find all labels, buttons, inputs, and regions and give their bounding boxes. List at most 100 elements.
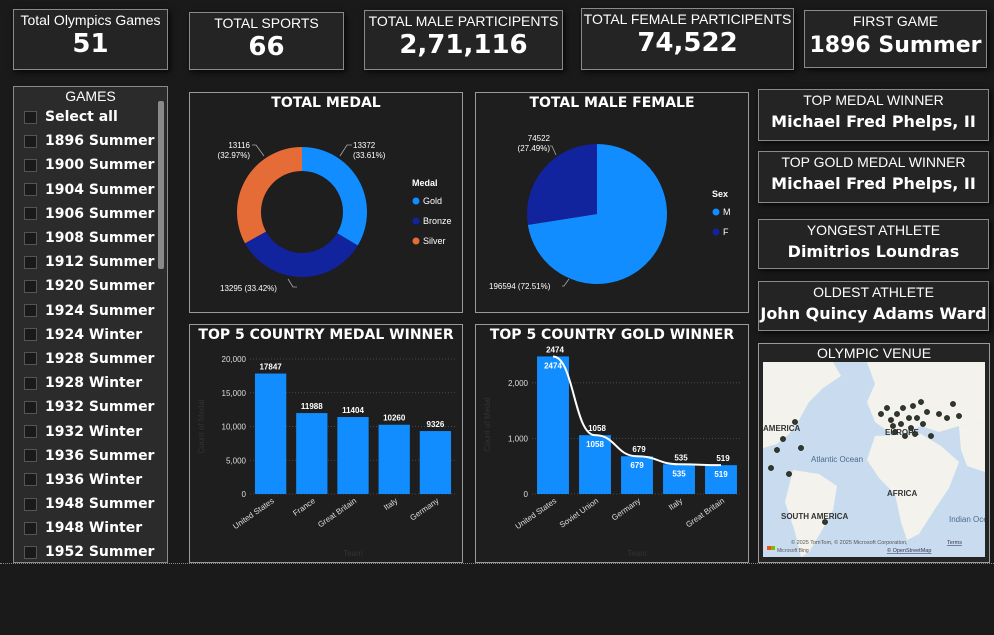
- leader-line: [287, 278, 297, 288]
- checkbox-icon[interactable]: [24, 352, 37, 366]
- checkbox-icon[interactable]: [24, 328, 37, 342]
- kpi-total-sports-label: TOTAL SPORTS: [214, 15, 319, 31]
- slicer-item[interactable]: 1932 Summer: [24, 395, 154, 419]
- slicer-item-label: 1952 Summer: [45, 544, 155, 561]
- pie-data-label: 196594 (72.51%): [489, 282, 551, 291]
- x-tick-label: Italy: [382, 496, 399, 512]
- slicer-item[interactable]: 1900 Summer: [24, 153, 154, 177]
- legend-marker-icon: [412, 197, 420, 205]
- map-terms-link[interactable]: Terms: [947, 540, 962, 546]
- x-tick-label: Germany: [408, 496, 440, 522]
- legend-title: Sex: [712, 189, 728, 199]
- bar: [378, 424, 410, 494]
- legend-title: Medal: [412, 178, 438, 188]
- male-female-chart: 196594 (72.51%) 74522(27.49%) Sex MF: [489, 134, 731, 291]
- slicer-item[interactable]: 1920 Summer: [24, 274, 154, 298]
- pie-data-label: 13116: [228, 141, 250, 150]
- kpi-first-game-value: 1896 Summer: [809, 33, 982, 58]
- slicer-item[interactable]: 1952 Summer: [24, 540, 154, 564]
- slicer-item[interactable]: 1912 Summer: [24, 250, 154, 274]
- europe-landmass: [867, 362, 985, 434]
- slicer-item[interactable]: 1908 Summer: [24, 226, 154, 250]
- venue-marker-icon: [924, 409, 930, 415]
- slicer-item[interactable]: 1948 Summer: [24, 492, 154, 516]
- bar-data-label: 1058: [586, 440, 604, 449]
- venue-marker-icon: [792, 419, 798, 425]
- checkbox-icon[interactable]: [24, 497, 37, 511]
- x-tick-label: Germany: [610, 496, 642, 522]
- pie-slice-silver: [237, 147, 302, 244]
- slicer-item-label: 1928 Winter: [45, 375, 143, 392]
- slicer-item-label: 1928 Summer: [45, 350, 155, 367]
- x-tick-label: United States: [231, 496, 276, 531]
- y-tick-label: 1,000: [508, 434, 529, 443]
- checkbox-icon[interactable]: [24, 304, 37, 318]
- slicer-item-label: 1896 Summer: [45, 133, 155, 150]
- legend-marker-icon: [412, 217, 420, 225]
- slicer-item-label: 1906 Summer: [45, 205, 155, 222]
- pie-slice-gold: [302, 147, 367, 246]
- top5-gold-chart: 0 1,000 2,000 2474 United States 1058 Soviet U…: [483, 345, 742, 558]
- map-osm-link[interactable]: © OpenStreetMap: [887, 547, 931, 554]
- slicer-item-label: 1948 Summer: [45, 496, 155, 513]
- slicer-item[interactable]: 1924 Summer: [24, 299, 154, 323]
- venue-marker-icon: [774, 447, 780, 453]
- checkbox-icon[interactable]: [24, 473, 37, 487]
- checkbox-icon[interactable]: [24, 425, 37, 439]
- x-axis-title: Team: [343, 549, 363, 558]
- games-slicer[interactable]: GAMES Select all 1896 Summer 1900 Summer 19…: [13, 86, 168, 563]
- oldest-athlete-value: John Quincy Adams Ward: [760, 304, 987, 323]
- kpi-total-games-label: Total Olympics Games: [20, 12, 161, 28]
- slicer-item[interactable]: 1928 Winter: [24, 371, 154, 395]
- map-label-indian: Indian Ocean: [949, 515, 985, 524]
- slicer-item[interactable]: 1936 Winter: [24, 468, 154, 492]
- venue-marker-icon: [878, 411, 884, 417]
- slicer-item-label: 1920 Summer: [45, 278, 155, 295]
- slicer-item[interactable]: 1906 Summer: [24, 202, 154, 226]
- slicer-item[interactable]: 1948 Winter: [24, 516, 154, 540]
- slicer-item[interactable]: 1928 Summer: [24, 347, 154, 371]
- checkbox-icon[interactable]: [24, 255, 37, 269]
- checkbox-icon[interactable]: [24, 134, 37, 148]
- slicer-item-label: 1936 Summer: [45, 447, 155, 464]
- checkbox-icon[interactable]: [24, 545, 37, 559]
- kpi-total-male: TOTAL MALE PARTICIPENTS 2,71,116: [364, 10, 563, 70]
- leader-line: [562, 278, 570, 287]
- checkbox-icon[interactable]: [24, 183, 37, 197]
- pie-data-label: 13372: [353, 141, 376, 150]
- venue-marker-icon: [884, 405, 890, 411]
- checkbox-icon[interactable]: [24, 279, 37, 293]
- x-tick-label: Italy: [667, 496, 684, 512]
- venue-marker-icon: [918, 399, 924, 405]
- slicer-scrollbar[interactable]: [158, 101, 164, 269]
- youngest-athlete-label: YONGEST ATHLETE: [806, 222, 941, 238]
- slicer-item[interactable]: 1924 Winter: [24, 323, 154, 347]
- checkbox-icon[interactable]: [24, 400, 37, 414]
- checkbox-icon[interactable]: [24, 207, 37, 221]
- checkbox-icon[interactable]: [24, 231, 37, 245]
- legend-label: Bronze: [423, 216, 452, 226]
- checkbox-icon[interactable]: [24, 449, 37, 463]
- kpi-first-game-label: FIRST GAME: [852, 13, 939, 29]
- oldest-athlete-label: OLDEST ATHLETE: [813, 284, 934, 300]
- slicer-item[interactable]: 1896 Summer: [24, 129, 154, 153]
- checkbox-icon[interactable]: [24, 376, 37, 390]
- trend-data-label: 519: [716, 454, 730, 463]
- olympic-venue-map[interactable]: AMERICA EUROPE Atlantic Ocean AFRICA SOU…: [763, 362, 985, 557]
- checkbox-icon[interactable]: [24, 110, 37, 124]
- venue-marker-icon: [944, 415, 950, 421]
- slicer-item-label: 1932 Summer: [45, 399, 155, 416]
- bar-data-label: 11988: [301, 402, 323, 411]
- map-label-atlantic: Atlantic Ocean: [811, 455, 863, 464]
- top-gold-winner-card: TOP GOLD MEDAL WINNER Michael Fred Phelp…: [758, 151, 989, 203]
- venue-marker-icon: [898, 421, 904, 427]
- checkbox-icon[interactable]: [24, 521, 37, 535]
- olympic-venue-title: OLYMPIC VENUE: [816, 345, 932, 361]
- slicer-item[interactable]: Select all: [24, 105, 154, 129]
- slicer-item-label: 1924 Summer: [45, 302, 155, 319]
- bar-data-label: 10260: [383, 414, 406, 423]
- slicer-item[interactable]: 1904 Summer: [24, 178, 154, 202]
- slicer-item[interactable]: 1932 Winter: [24, 419, 154, 443]
- checkbox-icon[interactable]: [24, 158, 37, 172]
- slicer-item[interactable]: 1936 Summer: [24, 444, 154, 468]
